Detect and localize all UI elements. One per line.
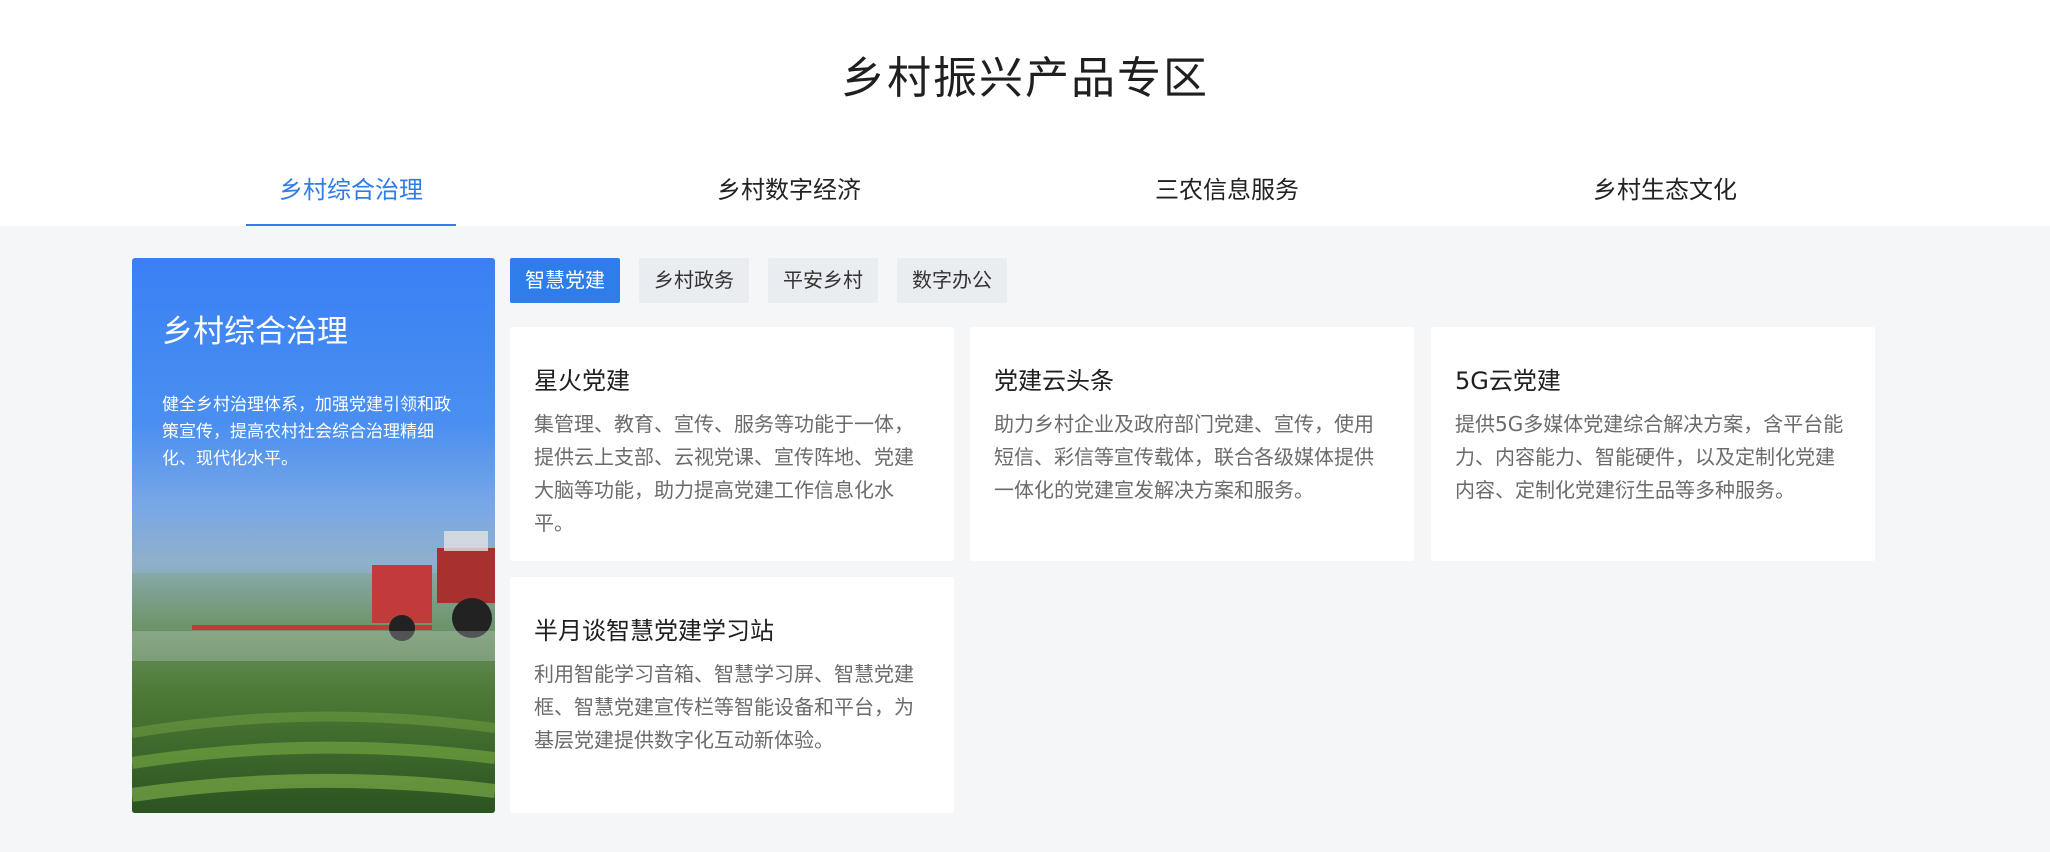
tab-agri-info-service[interactable]: 三农信息服务 <box>1122 170 1332 228</box>
card-title: 党建云头条 <box>994 367 1114 395</box>
card-title: 5G云党建 <box>1455 367 1561 395</box>
card-description: 利用智能学习音箱、智慧学习屏、智慧党建框、智慧党建宣传栏等智能设备和平台，为基层… <box>534 662 914 752</box>
subtab-digital-office[interactable]: 数字办公 <box>897 258 1007 303</box>
subtab-smart-party[interactable]: 智慧党建 <box>510 258 620 303</box>
product-card[interactable]: 星火党建 集管理、教育、宣传、服务等功能于一体，提供云上支部、云视党课、宣传阵地… <box>510 327 954 561</box>
product-card[interactable]: 5G云党建 提供5G多媒体党建综合解决方案，含平台能力、内容能力、智能硬件，以及… <box>1431 327 1875 561</box>
page-title: 乡村振兴产品专区 <box>841 53 1209 104</box>
tab-rural-eco-culture[interactable]: 乡村生态文化 <box>1560 170 1770 228</box>
card-description: 提供5G多媒体党建综合解决方案，含平台能力、内容能力、智能硬件，以及定制化党建内… <box>1455 412 1844 502</box>
tab-label: 乡村综合治理 <box>279 176 423 204</box>
tab-rural-governance[interactable]: 乡村综合治理 <box>246 170 456 228</box>
tab-rural-digital-economy[interactable]: 乡村数字经济 <box>684 170 894 228</box>
main-tabs: 乡村综合治理 乡村数字经济 三农信息服务 乡村生态文化 <box>0 150 2050 228</box>
tractor-field-image <box>132 531 495 813</box>
card-title: 星火党建 <box>534 367 630 395</box>
card-description: 集管理、教育、宣传、服务等功能于一体，提供云上支部、云视党课、宣传阵地、党建大脑… <box>534 412 914 535</box>
tab-label: 乡村生态文化 <box>1593 176 1737 204</box>
tab-label: 乡村数字经济 <box>717 176 861 204</box>
card-description: 助力乡村企业及政府部门党建、宣传，使用短信、彩信等宣传载体，联合各级媒体提供一体… <box>994 412 1374 502</box>
product-card[interactable]: 党建云头条 助力乡村企业及政府部门党建、宣传，使用短信、彩信等宣传载体，联合各级… <box>970 327 1414 561</box>
hero-description: 健全乡村治理体系，加强党建引领和政策宣传，提高农村社会综合治理精细化、现代化水平… <box>162 395 451 469</box>
subtab-village-affairs[interactable]: 乡村政务 <box>639 258 749 303</box>
subtab-safe-village[interactable]: 平安乡村 <box>768 258 878 303</box>
product-card[interactable]: 半月谈智慧党建学习站 利用智能学习音箱、智慧学习屏、智慧党建框、智慧党建宣传栏等… <box>510 577 954 813</box>
hero-panel: 乡村综合治理 健全乡村治理体系，加强党建引领和政策宣传，提高农村社会综合治理精细… <box>132 258 495 813</box>
hero-title: 乡村综合治理 <box>162 314 348 350</box>
tab-label: 三农信息服务 <box>1155 176 1299 204</box>
card-title: 半月谈智慧党建学习站 <box>534 617 774 645</box>
